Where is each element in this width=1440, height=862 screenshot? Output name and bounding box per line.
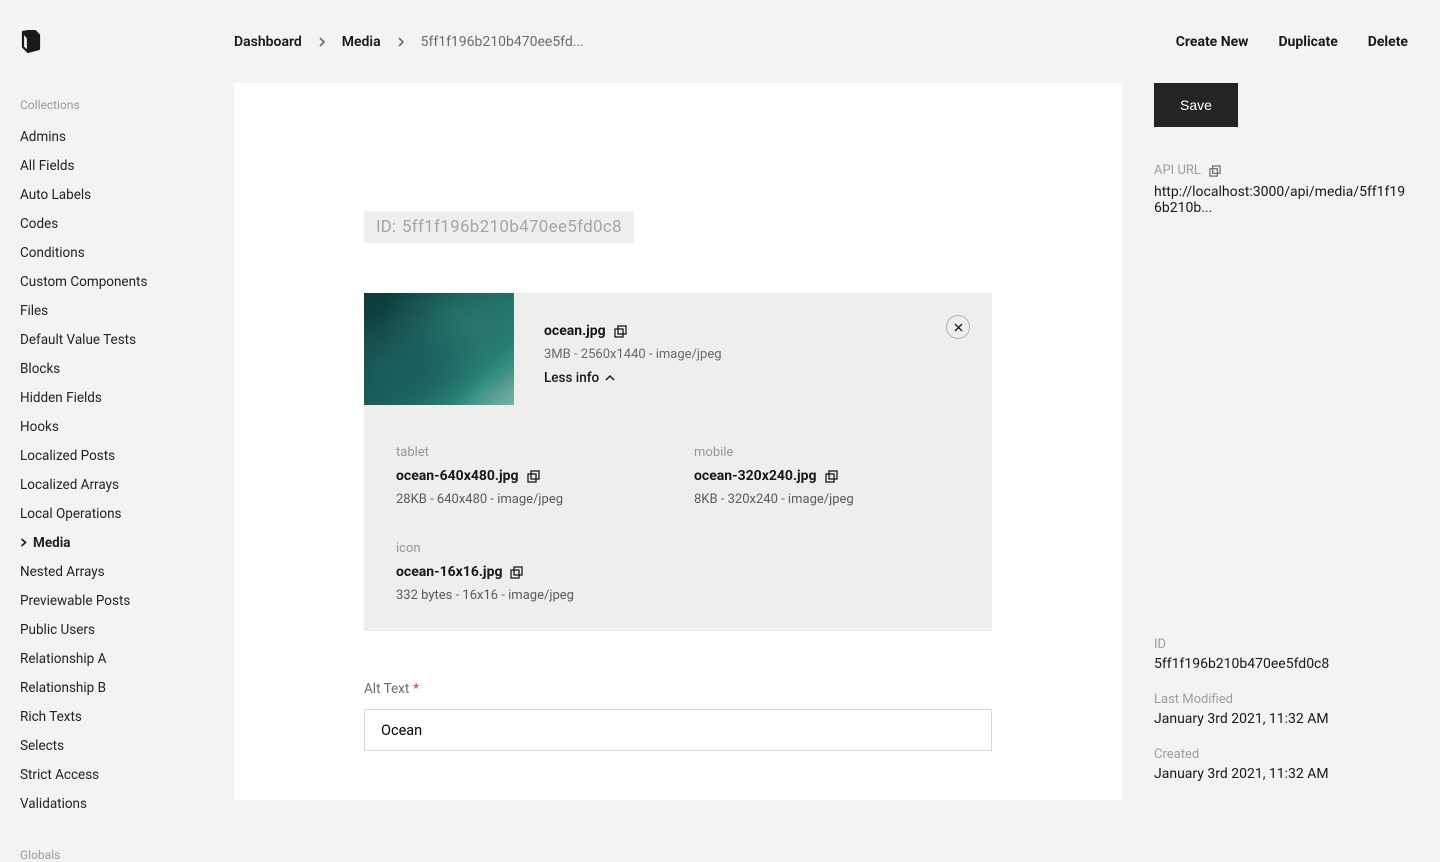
- sidebar: Collections AdminsAll FieldsAuto LabelsC…: [0, 0, 234, 800]
- variant-filename: ocean-320x240.jpg: [694, 468, 817, 484]
- sidebar-item-admins[interactable]: Admins: [20, 122, 234, 151]
- meta-id-label: ID: [1154, 637, 1408, 652]
- sidebar-item-localized-arrays[interactable]: Localized Arrays: [20, 470, 234, 499]
- variant-icon: icon ocean-16x16.jpg 332 bytes - 16x16 - i…: [396, 541, 662, 603]
- main-panel: ID: 5ff1f196b210b470ee5fd0c8 ocean.jpg 3…: [234, 83, 1122, 800]
- sidebar-item-nested-arrays[interactable]: Nested Arrays: [20, 557, 234, 586]
- sidebar-item-selects[interactable]: Selects: [20, 731, 234, 760]
- save-button[interactable]: Save: [1154, 83, 1238, 127]
- sidebar-item-media[interactable]: Media: [20, 528, 234, 557]
- duplicate-button[interactable]: Duplicate: [1278, 34, 1337, 50]
- media-card: ocean.jpg 3MB - 2560x1440 - image/jpeg L…: [364, 293, 992, 631]
- copy-icon[interactable]: [825, 470, 838, 483]
- copy-icon[interactable]: [510, 566, 523, 579]
- delete-button[interactable]: Delete: [1368, 34, 1408, 50]
- sidebar-item-previewable-posts[interactable]: Previewable Posts: [20, 586, 234, 615]
- app-logo-icon: [20, 30, 234, 54]
- sidebar-item-validations[interactable]: Validations: [20, 789, 234, 818]
- id-value: 5ff1f196b210b470ee5fd0c8: [402, 217, 622, 237]
- variant-tablet: tablet ocean-640x480.jpg 28KB - 640x480 - …: [396, 445, 662, 507]
- alt-text-label-text: Alt Text: [364, 681, 409, 697]
- breadcrumb-dashboard[interactable]: Dashboard: [234, 34, 302, 50]
- api-url-block: API URL http://localhost:3000/api/media/…: [1154, 163, 1408, 216]
- variant-label: mobile: [694, 445, 960, 460]
- sidebar-item-relationship-b[interactable]: Relationship B: [20, 673, 234, 702]
- api-url-label: API URL: [1154, 163, 1201, 178]
- meta-created-value: January 3rd 2021, 11:32 AM: [1154, 766, 1408, 782]
- create-new-button[interactable]: Create New: [1176, 34, 1249, 50]
- sidebar-item-custom-components[interactable]: Custom Components: [20, 267, 234, 296]
- sidebar-item-local-operations[interactable]: Local Operations: [20, 499, 234, 528]
- copy-icon[interactable]: [527, 470, 540, 483]
- sidebar-item-localized-posts[interactable]: Localized Posts: [20, 441, 234, 470]
- alt-text-input[interactable]: [364, 709, 992, 751]
- sidebar-item-default-value-tests[interactable]: Default Value Tests: [20, 325, 234, 354]
- sidebar-item-public-users[interactable]: Public Users: [20, 615, 234, 644]
- topbar: Dashboard Media 5ff1f196b210b470ee5fd...…: [234, 0, 1440, 83]
- sidebar-item-hooks[interactable]: Hooks: [20, 412, 234, 441]
- id-prefix: ID:: [376, 217, 396, 237]
- chevron-up-icon: [605, 374, 615, 382]
- file-details: 3MB - 2560x1440 - image/jpeg: [544, 347, 722, 362]
- less-info-toggle[interactable]: Less info: [544, 370, 615, 386]
- variant-mobile: mobile ocean-320x240.jpg 8KB - 320x240 - i…: [694, 445, 960, 507]
- variant-label: icon: [396, 541, 662, 556]
- variant-details: 8KB - 320x240 - image/jpeg: [694, 492, 960, 507]
- nav-group-globals-label: Globals: [20, 848, 234, 862]
- meta-id-value: 5ff1f196b210b470ee5fd0c8: [1154, 656, 1408, 672]
- sidebar-item-strict-access[interactable]: Strict Access: [20, 760, 234, 789]
- chevron-right-icon: [20, 538, 27, 547]
- doc-meta: ID 5ff1f196b210b470ee5fd0c8 Last Modifie…: [1154, 617, 1408, 782]
- breadcrumb-media[interactable]: Media: [342, 34, 381, 50]
- sidebar-item-codes[interactable]: Codes: [20, 209, 234, 238]
- variant-filename: ocean-16x16.jpg: [396, 564, 502, 580]
- media-thumbnail: [364, 293, 514, 405]
- meta-last-modified-value: January 3rd 2021, 11:32 AM: [1154, 711, 1408, 727]
- sidebar-item-all-fields[interactable]: All Fields: [20, 151, 234, 180]
- api-url-value: http://localhost:3000/api/media/5ff1f196…: [1154, 184, 1408, 216]
- nav-items: AdminsAll FieldsAuto LabelsCodesConditio…: [20, 122, 234, 818]
- nav-group-collections-label: Collections: [20, 98, 234, 112]
- sidebar-item-conditions[interactable]: Conditions: [20, 238, 234, 267]
- sidebar-item-auto-labels[interactable]: Auto Labels: [20, 180, 234, 209]
- close-icon: [954, 323, 963, 332]
- alt-text-label: Alt Text*: [364, 681, 992, 697]
- sidebar-item-files[interactable]: Files: [20, 296, 234, 325]
- breadcrumb: Dashboard Media 5ff1f196b210b470ee5fd...: [234, 34, 584, 50]
- media-header: ocean.jpg 3MB - 2560x1440 - image/jpeg L…: [364, 293, 992, 405]
- variant-filename: ocean-640x480.jpg: [396, 468, 519, 484]
- less-info-label: Less info: [544, 370, 599, 386]
- file-name: ocean.jpg: [544, 323, 606, 339]
- top-actions: Create New Duplicate Delete: [1176, 34, 1408, 50]
- variant-details: 28KB - 640x480 - image/jpeg: [396, 492, 662, 507]
- sidebar-item-hidden-fields[interactable]: Hidden Fields: [20, 383, 234, 412]
- sidebar-item-blocks[interactable]: Blocks: [20, 354, 234, 383]
- variant-details: 332 bytes - 16x16 - image/jpeg: [396, 588, 662, 603]
- remove-file-button[interactable]: [946, 315, 970, 339]
- id-pill: ID: 5ff1f196b210b470ee5fd0c8: [364, 211, 634, 243]
- variant-label: tablet: [396, 445, 662, 460]
- meta-last-modified-label: Last Modified: [1154, 692, 1408, 707]
- chevron-right-icon: [318, 37, 326, 47]
- sidebar-item-rich-texts[interactable]: Rich Texts: [20, 702, 234, 731]
- breadcrumb-current: 5ff1f196b210b470ee5fd...: [421, 34, 584, 50]
- copy-icon[interactable]: [1209, 165, 1221, 177]
- chevron-right-icon: [397, 37, 405, 47]
- sidebar-item-relationship-a[interactable]: Relationship A: [20, 644, 234, 673]
- copy-icon[interactable]: [614, 325, 627, 338]
- media-meta: ocean.jpg 3MB - 2560x1440 - image/jpeg L…: [544, 293, 722, 405]
- nav-item-label: Media: [33, 535, 71, 551]
- meta-created-label: Created: [1154, 747, 1408, 762]
- right-panel: Save API URL http://localhost:3000/api/m…: [1122, 83, 1440, 800]
- required-indicator-icon: *: [413, 681, 419, 697]
- alt-text-field: Alt Text*: [364, 681, 992, 751]
- variants-grid: tablet ocean-640x480.jpg 28KB - 640x480 - …: [364, 405, 992, 631]
